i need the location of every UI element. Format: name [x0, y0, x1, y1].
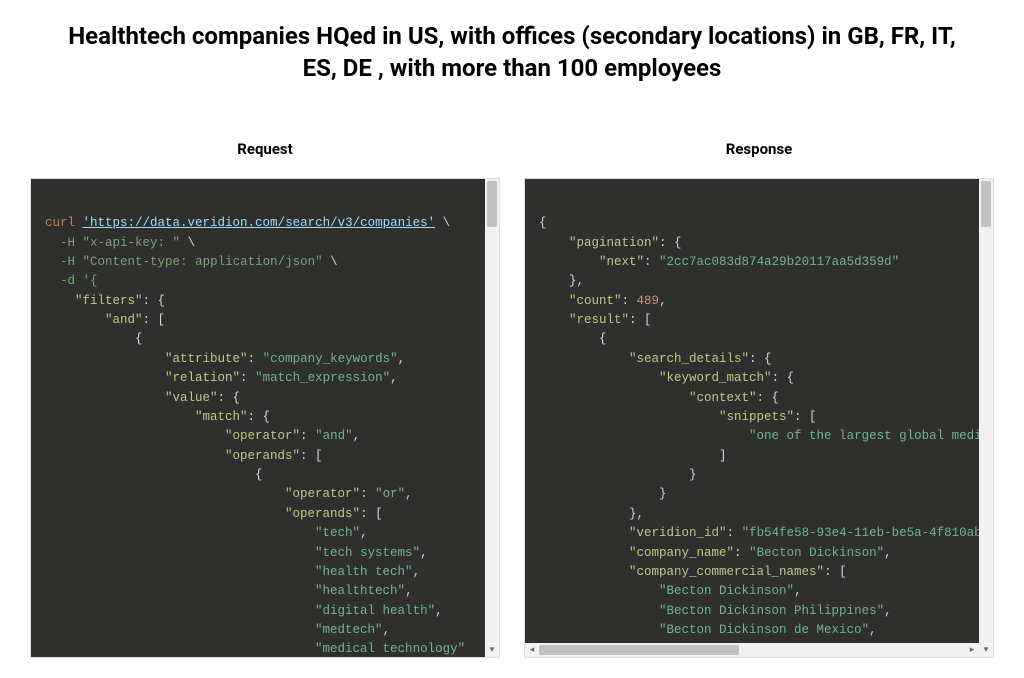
- veridion-id: "fb54fe58-93e4-11eb-be5a-4f810ab55f2e": [742, 526, 979, 540]
- response-code[interactable]: { "pagination": { "next": "2cc7ac083d874…: [525, 179, 979, 657]
- scroll-down-icon[interactable]: ▾: [485, 643, 499, 657]
- request-vscroll[interactable]: ▾: [485, 179, 499, 657]
- operand-4: "digital health": [315, 604, 435, 618]
- operand-5: "medtech": [315, 623, 383, 637]
- request-code-wrap: curl 'https://data.veridion.com/search/v…: [30, 178, 500, 658]
- scroll-thumb[interactable]: [539, 645, 739, 655]
- snippet-0: "one of the largest global medical te: [749, 429, 979, 443]
- operand-0: "tech": [315, 526, 360, 540]
- commercial-name-1: "Becton Dickinson Philippines": [659, 604, 884, 618]
- operand-2: "health tech": [315, 565, 413, 579]
- operand-3: "healthtech": [315, 584, 405, 598]
- scroll-down-icon[interactable]: ▾: [979, 643, 993, 657]
- commercial-name-2: "Becton Dickinson de Mexico": [659, 623, 869, 637]
- operand-6: "medical technology": [315, 642, 465, 656]
- response-label: Response: [524, 140, 994, 158]
- operand-1: "tech systems": [315, 546, 420, 560]
- scroll-thumb[interactable]: [981, 181, 991, 227]
- scroll-right-icon[interactable]: ▸: [965, 643, 979, 657]
- company-name: "Becton Dickinson": [749, 546, 884, 560]
- header-1: "Content-type: application/json": [83, 255, 323, 269]
- count-value: 489: [637, 294, 660, 308]
- curl-cmd: curl: [45, 216, 75, 230]
- page-title: Healthtech companies HQed in US, with of…: [62, 20, 962, 85]
- columns: Request curl 'https://data.veridion.com/…: [30, 140, 994, 658]
- request-url: 'https://data.veridion.com/search/v3/com…: [83, 216, 436, 230]
- request-label: Request: [30, 140, 500, 158]
- response-code-wrap: { "pagination": { "next": "2cc7ac083d874…: [524, 178, 994, 658]
- request-column: Request curl 'https://data.veridion.com/…: [30, 140, 500, 658]
- response-hscroll[interactable]: ◂ ▸: [525, 643, 979, 657]
- commercial-name-0: "Becton Dickinson": [659, 584, 794, 598]
- scroll-left-icon[interactable]: ◂: [525, 643, 539, 657]
- request-code[interactable]: curl 'https://data.veridion.com/search/v…: [31, 179, 485, 657]
- scroll-thumb[interactable]: [487, 181, 497, 227]
- response-vscroll[interactable]: ▾: [979, 179, 993, 657]
- header-0: "x-api-key: ": [83, 236, 181, 250]
- response-column: Response { "pagination": { "next": "2cc7…: [524, 140, 994, 658]
